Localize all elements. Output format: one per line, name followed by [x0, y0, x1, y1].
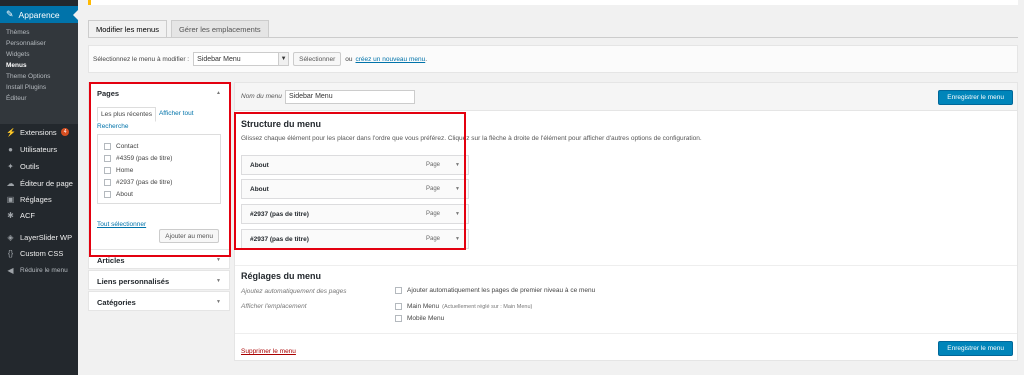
sidebar-item-label: LayerSlider WP	[20, 232, 73, 242]
location-main-menu[interactable]: Main Menu (Actuellement réglé sur : Main…	[395, 303, 532, 310]
gear-icon: ✱	[7, 210, 14, 220]
sidebar-item-label: Réduire le menu	[20, 266, 68, 274]
chevron-down-icon: ▼	[278, 53, 289, 65]
top-notice	[88, 0, 1018, 5]
settings-icon: ▣	[6, 194, 15, 204]
plugin-icon: ⚡	[6, 127, 16, 137]
select-label: Sélectionnez le menu à modifier :	[93, 55, 190, 63]
checkbox[interactable]	[395, 303, 402, 310]
custom-links-panel: Liens personnalisés ▼	[88, 270, 230, 290]
panel-title: Liens personnalisés	[97, 276, 170, 286]
or-text: ou	[345, 55, 353, 63]
cloud-icon: ☁	[6, 178, 15, 188]
checkbox[interactable]	[395, 287, 402, 294]
submenu-editeur[interactable]: Éditeur	[0, 93, 78, 104]
sidebar-item-label: Extensions	[20, 127, 57, 137]
tab-divider	[88, 37, 1018, 38]
submenu-theme-options[interactable]: Theme Options	[0, 71, 78, 82]
update-badge: 4	[60, 128, 70, 136]
menu-editor-header: Nom du menu Sidebar Menu Enregistrer le …	[235, 83, 1017, 111]
sidebar-item-outils[interactable]: ✦ Outils	[0, 158, 78, 174]
sidebar-collapse[interactable]: ◀ Réduire le menu	[0, 262, 78, 278]
sidebar-item-reglages[interactable]: ▣ Réglages	[0, 191, 78, 207]
menu-select-bar: Sélectionnez le menu à modifier : Sideba…	[88, 45, 1018, 73]
save-menu-button[interactable]: Enregistrer le menu	[938, 90, 1013, 105]
period-text: .	[425, 55, 428, 63]
sidebar-item-label: Custom CSS	[20, 248, 64, 258]
chevron-down-icon: ▼	[216, 257, 221, 263]
admin-sidebar: ✎ Apparence Thèmes Personnaliser Widgets…	[0, 0, 78, 375]
submenu-menus[interactable]: Menus	[0, 60, 78, 71]
checkbox[interactable]	[395, 315, 402, 322]
highlight-frame-structure	[234, 112, 466, 250]
settings-title: Réglages du menu	[241, 271, 322, 281]
chevron-down-icon: ▼	[216, 299, 221, 305]
location-mobile-menu[interactable]: Mobile Menu	[395, 315, 444, 322]
menu-select[interactable]: Sidebar Menu ▼	[193, 52, 290, 66]
settings-divider	[235, 265, 1017, 266]
appearance-submenu: Thèmes Personnaliser Widgets Menus Theme…	[0, 23, 78, 124]
code-icon: {}	[7, 248, 14, 258]
submenu-themes[interactable]: Thèmes	[0, 27, 78, 38]
sidebar-item-utilisateurs[interactable]: ● Utilisateurs	[0, 141, 78, 157]
select-button[interactable]: Sélectionner	[293, 52, 342, 66]
custom-links-panel-header[interactable]: Liens personnalisés ▼	[89, 271, 229, 291]
checkbox-label: Mobile Menu	[407, 315, 445, 322]
wrench-icon: ✦	[7, 161, 14, 171]
location-label: Afficher l'emplacement	[241, 303, 307, 310]
checkbox-label: Main Menu	[407, 303, 440, 310]
chevron-down-icon: ▼	[216, 278, 221, 284]
location-note: (Actuellement réglé sur : Main Menu)	[442, 303, 533, 310]
sidebar-item-label: Apparence	[18, 9, 60, 20]
categories-panel: Catégories ▼	[88, 291, 230, 311]
delete-menu-link[interactable]: Supprimer le menu	[241, 348, 296, 355]
layers-icon: ◈	[7, 232, 14, 242]
sidebar-item-editeur-page[interactable]: ☁ Éditeur de page	[0, 175, 78, 191]
footer-divider	[235, 333, 1017, 334]
auto-add-option[interactable]: Ajouter automatiquement les pages de pre…	[395, 287, 595, 294]
sidebar-item-label: Outils	[20, 161, 40, 171]
panel-title: Catégories	[97, 297, 136, 307]
checkbox-label: Ajouter automatiquement les pages de pre…	[407, 287, 596, 294]
tab-gerer-emplacements[interactable]: Gérer les emplacements	[170, 20, 269, 38]
sidebar-item-custom-css[interactable]: {} Custom CSS	[0, 245, 78, 261]
menu-name-label: Nom du menu	[241, 93, 282, 100]
highlight-frame-pages	[89, 82, 231, 257]
sidebar-item-apparence[interactable]: ✎ Apparence	[0, 6, 78, 23]
menu-name-input[interactable]: Sidebar Menu	[285, 90, 415, 104]
create-menu-link[interactable]: créez un nouveau menu	[355, 56, 425, 63]
save-menu-button-bottom[interactable]: Enregistrer le menu	[938, 341, 1013, 356]
sidebar-item-label: Utilisateurs	[20, 144, 58, 154]
paintbrush-icon: ✎	[6, 9, 14, 19]
sidebar-item-label: Éditeur de page	[20, 178, 73, 188]
categories-panel-header[interactable]: Catégories ▼	[89, 292, 229, 312]
menu-select-value: Sidebar Menu	[197, 55, 241, 63]
sidebar-item-label: ACF	[20, 210, 35, 220]
submenu-install-plugins[interactable]: Install Plugins	[0, 82, 78, 93]
sidebar-item-layerslider[interactable]: ◈ LayerSlider WP	[0, 229, 78, 245]
auto-add-label: Ajoutez automatiquement des pages	[241, 288, 347, 295]
submenu-widgets[interactable]: Widgets	[0, 49, 78, 60]
menu-tabs: Modifier les menus Gérer les emplacement…	[88, 20, 273, 38]
sidebar-item-extensions[interactable]: ⚡ Extensions 4	[0, 124, 78, 140]
submenu-personnaliser[interactable]: Personnaliser	[0, 38, 78, 49]
user-icon: ●	[8, 144, 13, 154]
sidebar-item-label: Réglages	[20, 194, 52, 204]
tab-modifier-menus[interactable]: Modifier les menus	[88, 20, 167, 38]
collapse-icon: ◀	[7, 265, 14, 275]
sidebar-item-acf[interactable]: ✱ ACF	[0, 207, 78, 223]
